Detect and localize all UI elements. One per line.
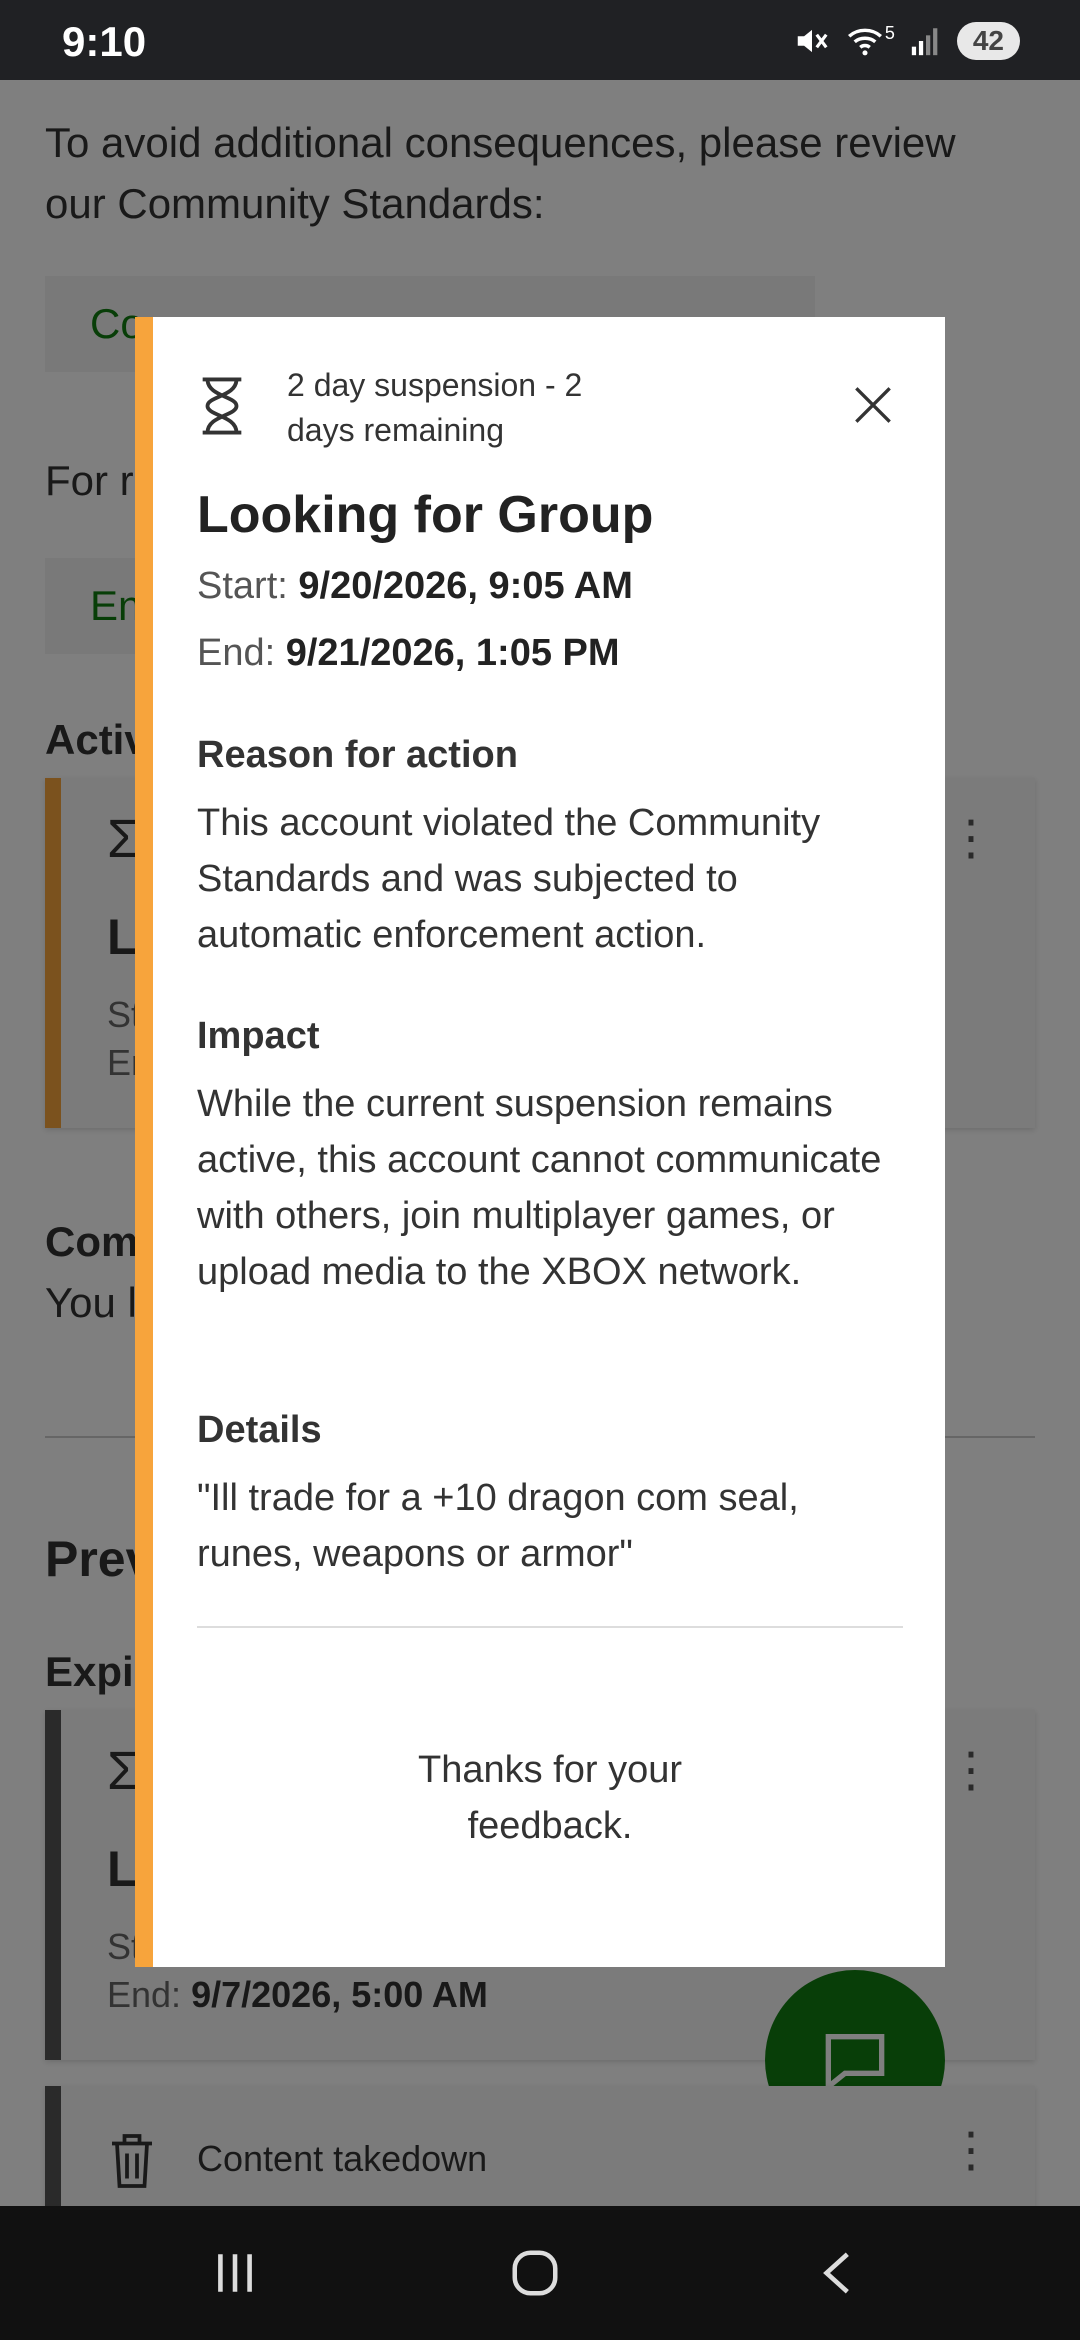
close-icon[interactable]: [853, 385, 893, 425]
start-value: 9/20/2026, 9:05 AM: [298, 565, 633, 607]
reason-text: This account violated the Community Stan…: [197, 802, 821, 956]
start-label: Start:: [197, 565, 288, 607]
back-icon[interactable]: [814, 2246, 864, 2300]
feedback-thanks: Thanks for your feedback.: [197, 1742, 903, 1854]
home-icon[interactable]: [508, 2246, 562, 2300]
recents-icon[interactable]: [210, 2246, 260, 2300]
details-text: "Ill trade for a +10 dragon com seal, ru…: [197, 1477, 799, 1575]
status-time: 9:10: [62, 18, 147, 65]
wifi-icon: [847, 28, 882, 56]
wifi-badge: 5: [884, 22, 895, 43]
battery-level: 42: [972, 25, 1004, 56]
dialog-title: Looking for Group: [197, 486, 654, 544]
start-date: Start: 9/20/2026, 9:05 AM: [197, 565, 633, 608]
details-heading: Details: [197, 1409, 322, 1451]
end-value: 9/21/2026, 1:05 PM: [285, 632, 620, 674]
system-nav-bar: [0, 2206, 1080, 2340]
hourglass-icon: [202, 377, 242, 435]
reason-heading: Reason for action: [197, 734, 518, 776]
end-label: End:: [197, 632, 276, 674]
end-date: End: 9/21/2026, 1:05 PM: [197, 632, 620, 675]
dialog-separator: [197, 1626, 903, 1628]
thanks-line-1: Thanks for your: [418, 1749, 682, 1791]
dialog-accent-bar: [135, 317, 153, 1967]
impact-heading: Impact: [197, 1015, 320, 1057]
enforcement-detail-dialog: 2 day suspension - 2 days remaining Look…: [135, 317, 945, 1967]
thanks-line-2: feedback.: [467, 1805, 633, 1847]
signal-icon: [911, 28, 938, 56]
mute-icon: [797, 29, 828, 53]
impact-text: While the current suspension remains act…: [197, 1083, 882, 1293]
suspension-chip: 2 day suspension - 2 days remaining: [287, 367, 583, 448]
battery-indicator: 42: [956, 22, 1020, 60]
status-bar: 9:10 5 42: [0, 0, 1080, 80]
status-icons: 5 42: [793, 22, 1020, 60]
